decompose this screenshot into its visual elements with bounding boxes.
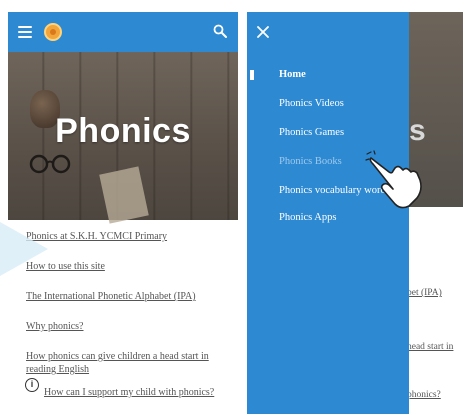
close-icon[interactable] bbox=[257, 26, 269, 38]
right-phone-screen: s bet (IPA) head start in phonics? Home … bbox=[247, 12, 463, 414]
drawer-item-home[interactable]: Home bbox=[279, 68, 404, 81]
left-phone-screen: Phonics Phonics at S.K.H. YCMCI Primary … bbox=[8, 12, 238, 414]
info-icon[interactable]: i bbox=[25, 378, 39, 392]
menu-icon[interactable] bbox=[18, 26, 32, 38]
page-link-list: Phonics at S.K.H. YCMCI Primary How to u… bbox=[26, 230, 236, 414]
drawer-item-phonics-apps[interactable]: Phonics Apps bbox=[279, 211, 404, 224]
glasses-image bbox=[29, 154, 71, 174]
hand-pointer-icon bbox=[365, 150, 422, 209]
link-item[interactable]: Why phonics? bbox=[26, 320, 236, 333]
background-link-fragment: phonics? bbox=[407, 390, 441, 400]
drawer-item-phonics-games[interactable]: Phonics Games bbox=[279, 126, 404, 139]
active-item-marker bbox=[250, 70, 254, 80]
background-link-fragment: bet (IPA) bbox=[407, 288, 442, 298]
connector-arrow bbox=[0, 222, 48, 276]
background-content-peek bbox=[407, 207, 463, 414]
app-bar bbox=[8, 12, 238, 52]
hero-banner: Phonics bbox=[8, 52, 238, 224]
background-link-fragment: head start in bbox=[407, 342, 454, 352]
hero-title: Phonics bbox=[55, 112, 191, 150]
search-icon[interactable] bbox=[213, 24, 227, 38]
link-item[interactable]: How phonics can give children a head sta… bbox=[26, 350, 236, 376]
drawer-item-phonics-videos[interactable]: Phonics Videos bbox=[279, 97, 404, 110]
link-item[interactable]: How to use this site bbox=[26, 260, 236, 273]
link-item[interactable]: How can I support my child with phonics? bbox=[26, 386, 236, 399]
link-item[interactable]: The International Phonetic Alphabet (IPA… bbox=[26, 290, 236, 303]
book-image bbox=[99, 166, 149, 224]
logo-icon bbox=[44, 23, 62, 41]
navigation-drawer: Home Phonics Videos Phonics Games Phonic… bbox=[247, 12, 409, 414]
link-item[interactable]: Phonics at S.K.H. YCMCI Primary bbox=[26, 230, 236, 243]
background-hero-title-fragment: s bbox=[409, 114, 426, 147]
